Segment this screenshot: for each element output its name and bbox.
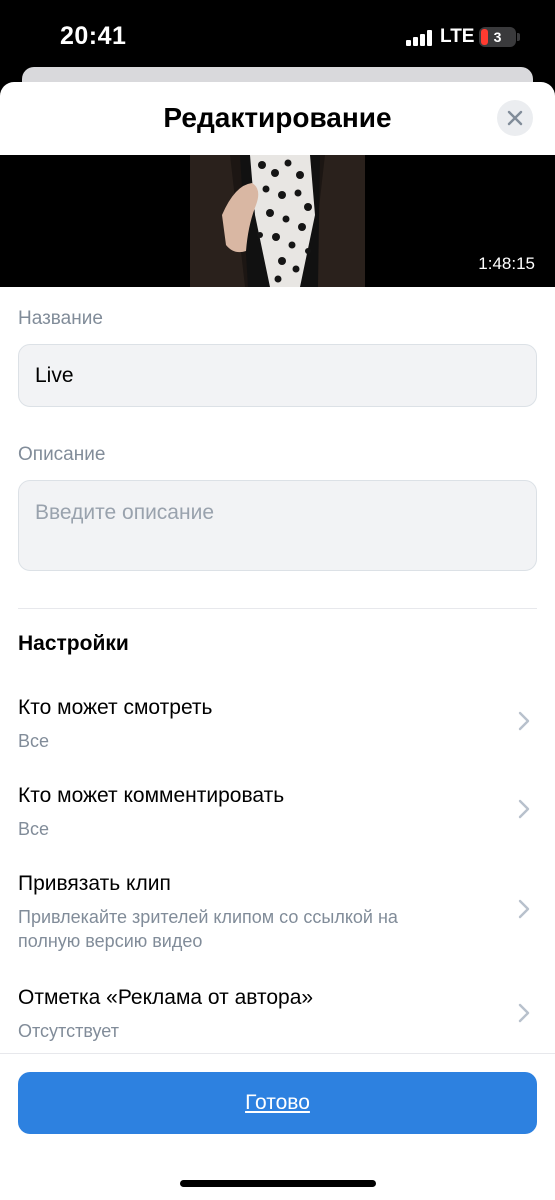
setting-who-can-view[interactable]: Кто может смотреть Все xyxy=(0,696,555,756)
battery-tip xyxy=(517,33,520,41)
done-button[interactable]: Готово xyxy=(18,1072,537,1134)
setting-label: Кто может комментировать xyxy=(18,784,285,807)
description-field-container xyxy=(18,480,537,571)
name-field-container xyxy=(18,344,537,407)
home-indicator xyxy=(180,1180,376,1187)
name-input[interactable] xyxy=(19,345,536,406)
setting-attach-clip[interactable]: Привязать клип Привлекайте зрителей клип… xyxy=(0,872,555,952)
video-duration: 1:48:15 xyxy=(478,254,535,273)
setting-label: Отметка «Реклама от автора» xyxy=(18,986,314,1009)
setting-label: Привязать клип xyxy=(18,872,171,895)
chevron-right-icon xyxy=(518,1003,530,1023)
setting-who-can-comment[interactable]: Кто может комментировать Все xyxy=(0,784,555,844)
page-title: Редактирование xyxy=(163,102,392,133)
setting-value: Отсутствует xyxy=(18,1021,119,1041)
close-icon xyxy=(507,110,523,126)
name-label: Название xyxy=(18,308,103,329)
status-time: 20:41 xyxy=(60,22,127,50)
settings-title: Настройки xyxy=(18,632,129,655)
battery-icon: 3 xyxy=(479,27,516,47)
setting-ad-mark[interactable]: Отметка «Реклама от автора» Отсутствует xyxy=(0,986,555,1046)
signal-icon xyxy=(406,30,432,46)
edit-sheet: Редактирование 1:48:15 Название Live Опи… xyxy=(0,82,555,1200)
chevron-right-icon xyxy=(518,899,530,919)
setting-value: Все xyxy=(18,731,50,751)
description-input[interactable] xyxy=(19,481,536,570)
video-preview[interactable]: 1:48:15 xyxy=(0,155,555,287)
battery-level: 3 xyxy=(493,29,502,45)
footer-divider xyxy=(0,1053,555,1054)
description-label: Описание xyxy=(18,444,106,465)
video-thumbnail xyxy=(190,155,365,287)
network-type: LTE xyxy=(440,26,475,47)
setting-value: Все xyxy=(18,819,50,839)
setting-label: Кто может смотреть xyxy=(18,696,213,719)
setting-value: Привлекайте зрителей клипом со ссылкой н… xyxy=(18,907,398,951)
chevron-right-icon xyxy=(518,711,530,731)
close-button[interactable] xyxy=(497,100,533,136)
chevron-right-icon xyxy=(518,799,530,819)
section-divider xyxy=(18,608,537,609)
